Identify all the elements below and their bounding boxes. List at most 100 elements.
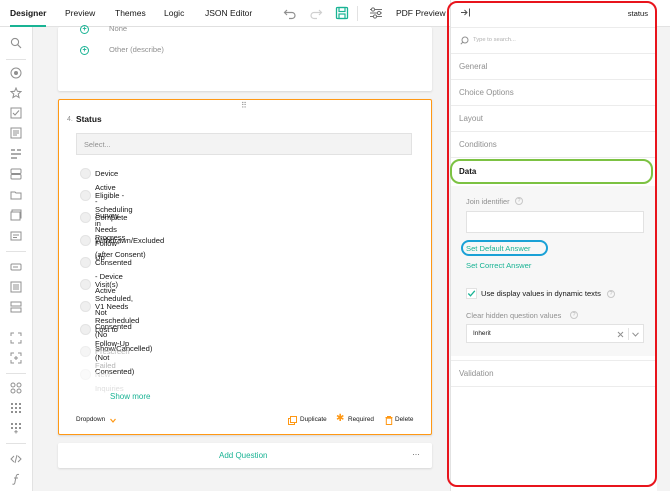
section-conditions[interactable]: Conditions: [451, 132, 658, 158]
add-question-button[interactable]: Add Question: [219, 451, 267, 460]
choice-item[interactable]: Consented - Device Active: [80, 256, 132, 295]
help-icon[interactable]: ?: [570, 311, 578, 319]
radiogroup-icon[interactable]: [10, 67, 22, 79]
matrix-dynamic-icon[interactable]: [10, 422, 22, 434]
radio-icon: [80, 168, 91, 179]
radio-icon: [80, 235, 91, 246]
delete-button[interactable]: Delete: [395, 416, 413, 423]
radio-icon: [80, 346, 91, 357]
checkbox-icon[interactable]: [10, 107, 22, 119]
question-number: 4.: [67, 116, 73, 123]
drag-handle-icon[interactable]: ⠿: [241, 101, 247, 110]
add-question-bar: Add Question ···: [58, 443, 432, 468]
clear-hidden-value: Inherit: [473, 330, 491, 337]
file-folder-icon[interactable]: [10, 189, 22, 201]
section-choice-options[interactable]: Choice Options: [451, 80, 658, 106]
sidebar-divider: [6, 59, 26, 60]
sidebar-divider: [6, 443, 26, 444]
previous-question-card[interactable]: + None + Other (describe): [58, 24, 432, 91]
choice-item[interactable]: Withdrawn/Excluded (after Consent): [80, 234, 164, 259]
undo-icon[interactable]: [283, 6, 297, 20]
question-title[interactable]: Status: [76, 114, 102, 124]
redo-icon[interactable]: [309, 6, 323, 20]
property-search-input[interactable]: Type to search...: [473, 37, 516, 43]
clear-hidden-select[interactable]: Inherit: [466, 324, 644, 343]
checkbox-checked-icon[interactable]: [466, 288, 477, 299]
panel-divider: [451, 27, 658, 28]
multiple-text-icon[interactable]: [10, 301, 22, 313]
dropdown-placeholder: Select...: [84, 140, 111, 149]
use-display-values-label[interactable]: Use display values in dynamic texts: [481, 289, 601, 298]
rating-star-icon[interactable]: [10, 87, 22, 99]
panel-expand-icon[interactable]: [10, 332, 22, 344]
comment-icon[interactable]: [10, 281, 22, 293]
save-icon[interactable]: [335, 6, 349, 20]
trash-icon[interactable]: [385, 416, 393, 425]
dropdown-icon[interactable]: [10, 127, 22, 139]
choice-item[interactable]: V1 Needs Rescheduled (No Show/Cancelled): [80, 300, 152, 353]
tagbox-icon[interactable]: [10, 148, 22, 160]
required-asterisk-icon[interactable]: ✱: [336, 413, 344, 424]
boolean-icon[interactable]: [10, 168, 22, 180]
clear-x-icon[interactable]: [617, 331, 624, 338]
section-layout[interactable]: Layout: [451, 106, 658, 132]
chevron-down-icon[interactable]: [632, 332, 639, 337]
settings-sliders-icon[interactable]: [369, 6, 383, 20]
question-type-label[interactable]: Dropdown: [76, 416, 105, 423]
pdf-preview-button[interactable]: PDF Preview: [396, 0, 446, 27]
join-identifier-input[interactable]: [466, 211, 644, 233]
choice-item[interactable]: Prescreen Failed: [80, 345, 130, 370]
radio-icon: [80, 257, 91, 268]
tab-preview[interactable]: Preview: [65, 0, 95, 27]
duplicate-button[interactable]: Duplicate: [300, 416, 327, 423]
add-choice-icon[interactable]: +: [80, 25, 89, 34]
help-icon[interactable]: ?: [607, 290, 615, 298]
required-toggle[interactable]: Required: [348, 416, 374, 423]
show-more-link[interactable]: Show more: [110, 392, 150, 401]
set-correct-answer-button[interactable]: Set Correct Answer: [466, 261, 531, 270]
choice-item[interactable]: Device Active - Survey Needs Follow-Up: [80, 167, 119, 262]
search-icon[interactable]: [10, 37, 22, 49]
sidebar-divider: [6, 373, 26, 374]
matrix-dropdown-icon[interactable]: [10, 402, 22, 414]
radio-icon: [80, 190, 91, 201]
section-general[interactable]: General: [451, 54, 658, 80]
clear-hidden-label: Clear hidden question values: [466, 311, 562, 320]
choice-none: None: [109, 24, 128, 33]
tab-json-editor[interactable]: JSON Editor: [205, 0, 252, 27]
paneldynamic-icon[interactable]: [10, 352, 22, 364]
section-validation[interactable]: Validation: [451, 361, 658, 387]
choice-item[interactable]: Lost to Follow-Up (Not Consented): [80, 323, 134, 376]
data-section-highlight: [450, 159, 653, 184]
chevron-down-icon[interactable]: [110, 418, 116, 423]
ranking-icon[interactable]: [10, 230, 22, 242]
expression-function-icon[interactable]: [10, 473, 22, 485]
duplicate-icon[interactable]: [288, 416, 297, 425]
image-picker-icon[interactable]: [10, 209, 22, 221]
tab-logic[interactable]: Logic: [164, 0, 184, 27]
more-options-icon[interactable]: ···: [412, 449, 420, 459]
radio-icon: [80, 324, 91, 335]
choice-other: Other (describe): [109, 45, 164, 54]
toolbar-divider: [357, 6, 358, 21]
data-section-body: Join identifier ? Set Default Answer Set…: [451, 186, 658, 356]
radio-icon: [80, 212, 91, 223]
html-code-icon[interactable]: [10, 453, 22, 465]
choice-label: New Inquiries: [95, 370, 124, 393]
collapse-panel-icon[interactable]: [460, 7, 471, 18]
choice-item[interactable]: New Inquiries: [80, 368, 124, 393]
radio-icon: [80, 279, 91, 290]
single-input-icon[interactable]: [10, 261, 22, 273]
join-identifier-label: Join identifier: [466, 197, 510, 206]
choice-item[interactable]: Visit(s) Scheduled, Not Consented: [80, 278, 133, 331]
tab-designer[interactable]: Designer: [10, 0, 47, 27]
matrix-icon[interactable]: [10, 382, 22, 394]
toolbox-sidebar: [0, 27, 33, 491]
add-choice-icon[interactable]: +: [80, 46, 89, 55]
choice-item[interactable]: Complete: [80, 211, 128, 225]
set-default-answer-highlight: [461, 240, 548, 256]
help-icon[interactable]: ?: [515, 197, 523, 205]
dropdown-select[interactable]: Select...: [76, 133, 412, 155]
choice-label: Complete: [95, 213, 128, 222]
choice-item[interactable]: Eligible - Scheduling in Progress: [80, 189, 133, 242]
